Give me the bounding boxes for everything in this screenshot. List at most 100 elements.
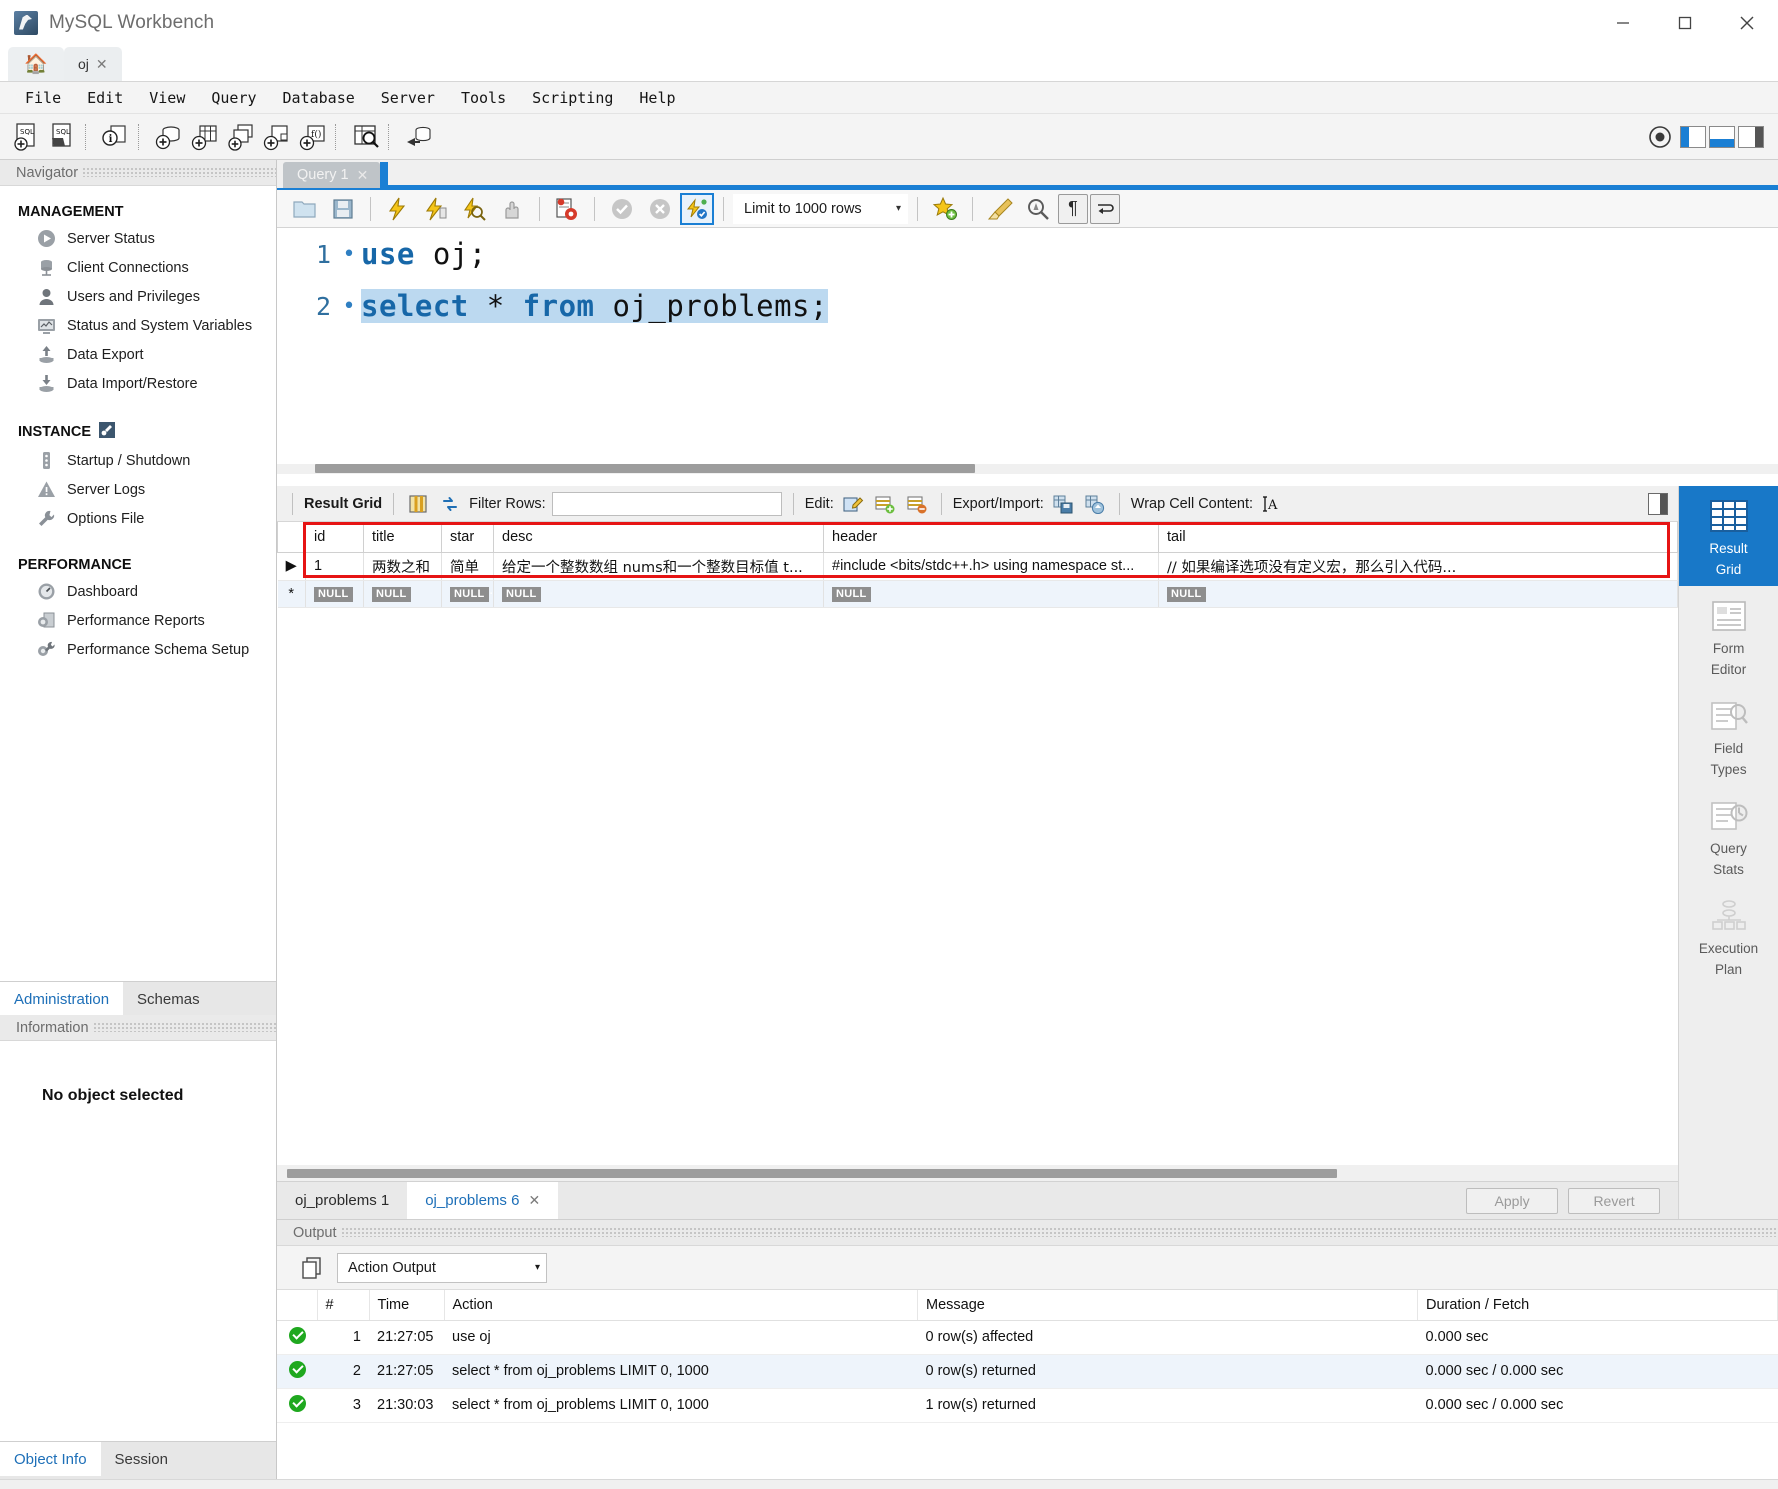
column-header-id[interactable]: id xyxy=(306,522,364,552)
search-data-icon[interactable] xyxy=(349,119,383,155)
save-script-icon[interactable] xyxy=(325,192,361,226)
rollback-icon[interactable] xyxy=(642,192,678,226)
output-view-select[interactable]: Action Output ▾ xyxy=(337,1253,547,1283)
view-result-grid[interactable]: Result Grid xyxy=(1679,486,1778,586)
result-grid-table[interactable]: id title star desc header tail xyxy=(277,522,1678,608)
reconnect-server-icon[interactable] xyxy=(402,119,436,155)
view-execution-plan[interactable]: Execution Plan xyxy=(1679,886,1778,986)
execute-current-icon[interactable] xyxy=(418,192,454,226)
delete-row-icon[interactable] xyxy=(904,491,930,517)
tab-schemas[interactable]: Schemas xyxy=(123,982,214,1016)
sql-editor[interactable]: 1 • use oj; 2 • select * from oj_problem… xyxy=(277,228,1778,486)
create-table-icon[interactable] xyxy=(188,119,222,155)
table-row[interactable]: * NULL NULL NULL NULL NULL NULL xyxy=(278,580,1678,607)
editor-horizontal-scrollbar[interactable] xyxy=(277,464,1778,478)
column-header-tail[interactable]: tail xyxy=(1159,522,1678,552)
menu-database[interactable]: Database xyxy=(270,86,368,110)
toggle-autocommit-icon[interactable] xyxy=(680,193,714,225)
view-query-stats[interactable]: Query Stats xyxy=(1679,786,1778,886)
apply-button[interactable]: Apply xyxy=(1466,1188,1558,1214)
close-icon[interactable]: ✕ xyxy=(528,1192,540,1209)
cell-tail[interactable]: NULL xyxy=(1159,580,1678,607)
result-horizontal-scrollbar[interactable] xyxy=(277,1165,1678,1181)
output-row[interactable]: 3 21:30:03 select * from oj_problems LIM… xyxy=(277,1388,1778,1422)
cell-desc[interactable]: NULL xyxy=(494,580,824,607)
result-grid-container[interactable]: id title star desc header tail xyxy=(277,522,1678,1165)
cell-header[interactable]: NULL xyxy=(824,580,1159,607)
create-schema-icon[interactable] xyxy=(152,119,186,155)
explain-query-icon[interactable] xyxy=(456,192,492,226)
maximize-button[interactable] xyxy=(1654,0,1716,46)
sidebar-left-toggle[interactable] xyxy=(1680,126,1706,148)
menu-help[interactable]: Help xyxy=(626,86,688,110)
cell-header[interactable]: #include <bits/stdc++.h> using namespace… xyxy=(824,552,1159,580)
save-snippet-icon[interactable] xyxy=(927,192,963,226)
menu-tools[interactable]: Tools xyxy=(448,86,519,110)
minimize-button[interactable] xyxy=(1592,0,1654,46)
sidebar-item-server-logs[interactable]: Server Logs xyxy=(0,475,276,504)
sidebar-item-data-export[interactable]: Data Export xyxy=(0,340,276,369)
import-recordset-icon[interactable] xyxy=(1082,491,1108,517)
cell-desc[interactable]: 给定一个整数数组 nums和一个整数目标值 t... xyxy=(494,552,824,580)
close-button[interactable] xyxy=(1716,0,1778,46)
toggle-invisible-chars-icon[interactable]: ¶ xyxy=(1058,194,1088,224)
menu-file[interactable]: File xyxy=(12,86,74,110)
scrollbar-thumb[interactable] xyxy=(315,464,975,473)
filter-rows-input[interactable] xyxy=(552,492,782,516)
menu-query[interactable]: Query xyxy=(198,86,269,110)
result-tab-oj-problems-6[interactable]: oj_problems 6 ✕ xyxy=(407,1182,558,1220)
sidebar-item-performance-schema-setup[interactable]: Performance Schema Setup xyxy=(0,635,276,664)
commit-icon[interactable] xyxy=(604,192,640,226)
column-header-title[interactable]: title xyxy=(364,522,442,552)
beautify-sql-icon[interactable] xyxy=(982,192,1018,226)
cell-star[interactable]: 简单 xyxy=(442,552,494,580)
cell-id[interactable]: NULL xyxy=(306,580,364,607)
row-selector[interactable]: * xyxy=(278,580,306,607)
toggle-word-wrap-icon[interactable] xyxy=(1090,194,1120,224)
grid-columns-icon[interactable] xyxy=(405,491,431,517)
home-tab[interactable]: 🏠 xyxy=(8,47,64,81)
table-row[interactable]: ▶ 1 两数之和 简单 给定一个整数数组 nums和一个整数目标值 t... #… xyxy=(278,552,1678,580)
copy-icon[interactable] xyxy=(299,1255,325,1281)
output-row[interactable]: 1 21:27:05 use oj 0 row(s) affected 0.00… xyxy=(277,1320,1778,1354)
query-tab-query-1[interactable]: Query 1 ✕ xyxy=(283,162,380,188)
close-icon[interactable]: ✕ xyxy=(357,167,369,184)
column-header-star[interactable]: star xyxy=(442,522,494,552)
sidebar-item-status-and-system-variables[interactable]: Status and System Variables xyxy=(0,311,276,340)
action-output-table[interactable]: # Time Action Message Duration / Fetch 1… xyxy=(277,1290,1778,1423)
cell-title[interactable]: 两数之和 xyxy=(364,552,442,580)
execute-all-icon[interactable] xyxy=(380,192,416,226)
sidebar-item-dashboard[interactable]: Dashboard xyxy=(0,577,276,606)
help-circle-icon[interactable] xyxy=(1643,119,1677,155)
insert-row-icon[interactable] xyxy=(872,491,898,517)
export-recordset-icon[interactable] xyxy=(1050,491,1076,517)
menu-edit[interactable]: Edit xyxy=(74,86,136,110)
sidebar-item-server-status[interactable]: Server Status xyxy=(0,224,276,253)
open-script-icon[interactable] xyxy=(287,192,323,226)
scrollbar-thumb[interactable] xyxy=(287,1169,1337,1178)
result-tab-oj-problems-1[interactable]: oj_problems 1 xyxy=(277,1182,407,1220)
sidebar-item-startup-shutdown[interactable]: Startup / Shutdown xyxy=(0,446,276,475)
sidebar-bottom-toggle[interactable] xyxy=(1709,126,1735,148)
row-limit-select[interactable]: Limit to 1000 rows ▾ xyxy=(733,194,908,224)
sidebar-item-users-and-privileges[interactable]: Users and Privileges xyxy=(0,282,276,311)
sidebar-right-toggle[interactable] xyxy=(1738,126,1764,148)
column-header-header[interactable]: header xyxy=(824,522,1159,552)
create-view-icon[interactable] xyxy=(224,119,258,155)
menu-view[interactable]: View xyxy=(136,86,198,110)
document-tab-oj[interactable]: oj ✕ xyxy=(64,47,122,81)
stop-execution-icon[interactable] xyxy=(494,192,530,226)
tab-administration[interactable]: Administration xyxy=(0,982,123,1016)
menu-scripting[interactable]: Scripting xyxy=(519,86,626,110)
sidebar-item-options-file[interactable]: Options File xyxy=(0,504,276,533)
row-selector[interactable]: ▶ xyxy=(278,552,306,580)
scrollbar-track[interactable] xyxy=(277,464,1778,474)
sidebar-item-client-connections[interactable]: Client Connections xyxy=(0,253,276,282)
cell-star[interactable]: NULL xyxy=(442,580,494,607)
connection-info-icon[interactable]: i xyxy=(99,119,133,155)
create-function-icon[interactable]: f() xyxy=(296,119,330,155)
tab-session[interactable]: Session xyxy=(101,1442,182,1476)
wrap-text-icon[interactable]: A xyxy=(1259,491,1285,517)
close-icon[interactable]: ✕ xyxy=(96,56,108,73)
toggle-sidebar-icon[interactable] xyxy=(1648,493,1668,515)
